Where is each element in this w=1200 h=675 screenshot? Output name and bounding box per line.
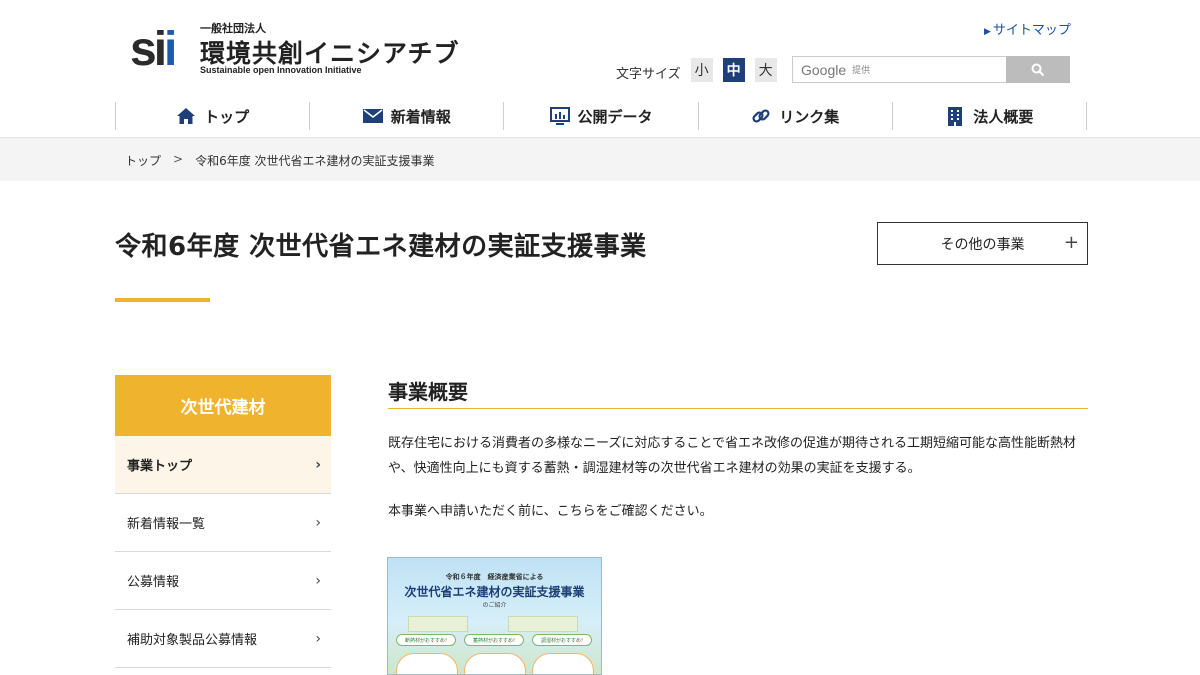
- flyer-building-shape: [508, 616, 578, 632]
- overview-paragraph: 既存住宅における消費者の多様なニーズに対応することで省エネ改修の促進が期待される…: [388, 436, 1076, 476]
- section-title: 事業概要: [388, 380, 468, 404]
- side-nav-item-label: 新着情報一覧: [127, 517, 206, 532]
- side-nav-item-project-top[interactable]: 事業トップ ›: [115, 436, 331, 494]
- nav-item-news[interactable]: 新着情報: [309, 102, 503, 130]
- page-title: 令和6年度 次世代省エネ建材の実証支援事業: [115, 232, 647, 262]
- nav-item-label: リンク集: [779, 107, 840, 126]
- site-logo[interactable]: sii 一般社団法人 環境共創イニシアチブ Sustainable open I…: [130, 20, 470, 80]
- side-nav-item-news-list[interactable]: 新着情報一覧 ›: [115, 494, 331, 552]
- flyer-line1: 令和６年度 経済産業省による: [445, 573, 544, 581]
- font-size-large-button[interactable]: 大: [754, 58, 777, 82]
- breadcrumb: トップ > 令和6年度 次世代省エネ建材の実証支援事業: [125, 152, 435, 169]
- nav-item-label: 法人概要: [973, 107, 1034, 126]
- nav-item-top[interactable]: トップ: [115, 102, 309, 130]
- sii-logo-mark: sii: [130, 23, 177, 76]
- breadcrumb-separator: >: [173, 152, 184, 166]
- search-button[interactable]: [1006, 56, 1070, 83]
- chevron-right-icon: ›: [315, 573, 321, 589]
- triangle-right-icon: ▶: [984, 27, 991, 37]
- sitemap-label: サイトマップ: [992, 23, 1071, 38]
- side-nav-item-label: 事業トップ: [127, 459, 193, 474]
- font-size-small-button[interactable]: 小: [690, 58, 713, 82]
- nav-item-label: 公開データ: [577, 107, 653, 126]
- nav-item-label: 新着情報: [390, 107, 451, 126]
- flyer-building-shape: [408, 616, 468, 632]
- search-input[interactable]: Google 提供: [792, 56, 1006, 83]
- monitor-icon: [549, 106, 570, 126]
- project-flyer-thumbnail[interactable]: 令和６年度 経済産業省による 次世代省エネ建材の実証支援事業 のご紹介 断熱材が…: [387, 557, 602, 675]
- nav-item-about[interactable]: 法人概要: [891, 102, 1088, 130]
- flyer-pill: 調湿材がおすすめ!: [532, 634, 592, 646]
- side-nav-item-label: 補助対象製品公募情報: [127, 633, 258, 648]
- mail-icon: [362, 106, 383, 126]
- site-search: Google 提供: [792, 56, 1070, 83]
- building-icon: [945, 106, 965, 126]
- org-name-en: Sustainable open Innovation Initiative: [200, 65, 362, 75]
- font-size-medium-button[interactable]: 中: [722, 58, 745, 82]
- flyer-pill: 蓄熱材がおすすめ!: [464, 634, 524, 646]
- title-underline: [115, 298, 210, 302]
- notice-paragraph: 本事業へ申請いただく前に、こちらをご確認ください。: [388, 504, 713, 519]
- font-size-label: 文字サイズ: [616, 66, 681, 82]
- breadcrumb-home[interactable]: トップ: [125, 152, 161, 169]
- flyer-pill: 断熱材がおすすめ!: [396, 634, 456, 646]
- other-projects-button[interactable]: その他の事業 +: [877, 222, 1088, 265]
- flyer-bubble: [464, 653, 526, 674]
- breadcrumb-current: 令和6年度 次世代省エネ建材の実証支援事業: [195, 154, 435, 168]
- chevron-right-icon: ›: [315, 515, 321, 531]
- flyer-title: 次世代省エネ建材の実証支援事業: [404, 585, 585, 599]
- flyer-subtitle: のご紹介: [482, 602, 507, 609]
- flyer-bubble: [396, 653, 458, 674]
- side-nav: 次世代建材 事業トップ › 新着情報一覧 › 公募情報 › 補助対象製品公募情報…: [115, 375, 331, 668]
- sitemap-link[interactable]: ▶ サイトマップ: [984, 19, 1071, 38]
- nav-item-links[interactable]: リンク集: [697, 102, 892, 130]
- chevron-right-icon: ›: [315, 457, 321, 473]
- nav-item-label: トップ: [204, 107, 250, 126]
- side-nav-item-public-offering[interactable]: 公募情報 ›: [115, 552, 331, 610]
- plus-icon: +: [1063, 232, 1079, 253]
- side-nav-heading[interactable]: 次世代建材: [115, 375, 331, 436]
- chevron-right-icon: ›: [315, 631, 321, 647]
- section-title-underline: [388, 408, 1088, 409]
- flyer-bubble: [532, 653, 594, 674]
- search-icon: [1031, 63, 1045, 76]
- global-nav: トップ 新着情報 公開データ リンク集 法人概要: [115, 102, 1088, 130]
- search-brand: Google: [801, 61, 847, 78]
- other-projects-label: その他の事業: [940, 236, 1025, 253]
- side-nav-item-label: 公募情報: [127, 575, 180, 590]
- nav-item-public-data[interactable]: 公開データ: [503, 102, 697, 130]
- search-brand-suffix: 提供: [852, 66, 871, 76]
- font-size-switcher: 文字サイズ 小 中 大: [616, 57, 787, 83]
- home-icon: [176, 106, 196, 126]
- breadcrumb-bar: トップ > 令和6年度 次世代省エネ建材の実証支援事業: [0, 137, 1200, 181]
- side-nav-item-product-offering[interactable]: 補助対象製品公募情報 ›: [115, 610, 331, 668]
- link-icon: [751, 106, 771, 126]
